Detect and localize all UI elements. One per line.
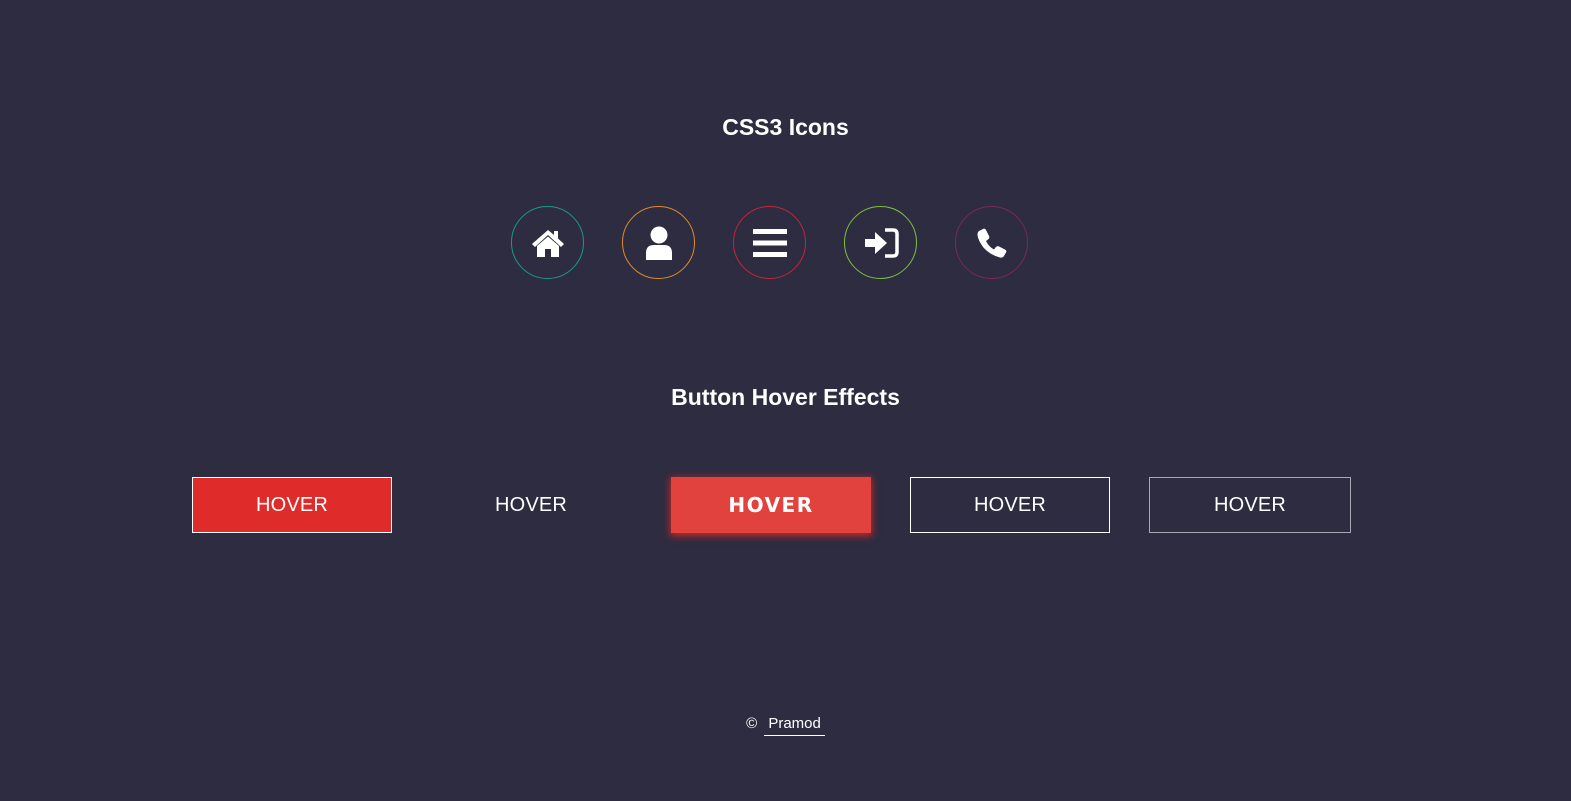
- sign-in-icon: [864, 227, 899, 258]
- hover-button-4[interactable]: HOVER: [910, 477, 1110, 533]
- phone-icon: [977, 228, 1006, 258]
- buttons-section-title: Button Hover Effects: [671, 384, 900, 410]
- hover-button-2[interactable]: HOVER: [431, 477, 631, 533]
- footer: © Pramod: [0, 714, 1571, 736]
- icons-section-title: CSS3 Icons: [722, 114, 849, 140]
- menu-icon-button[interactable]: [733, 206, 806, 279]
- menu-icon: [752, 228, 787, 257]
- hover-button-1[interactable]: HOVER: [192, 477, 392, 533]
- user-icon: [645, 226, 672, 260]
- sign-in-icon-button[interactable]: [844, 206, 917, 279]
- phone-icon-button[interactable]: [955, 206, 1028, 279]
- author-link[interactable]: Pramod: [764, 714, 825, 736]
- home-icon-button[interactable]: [511, 206, 584, 279]
- user-icon-button[interactable]: [622, 206, 695, 279]
- hover-button-3[interactable]: HOVER: [671, 477, 871, 533]
- home-icon: [531, 229, 564, 257]
- copyright-symbol: ©: [746, 715, 758, 732]
- hover-button-5[interactable]: HOVER: [1149, 477, 1351, 533]
